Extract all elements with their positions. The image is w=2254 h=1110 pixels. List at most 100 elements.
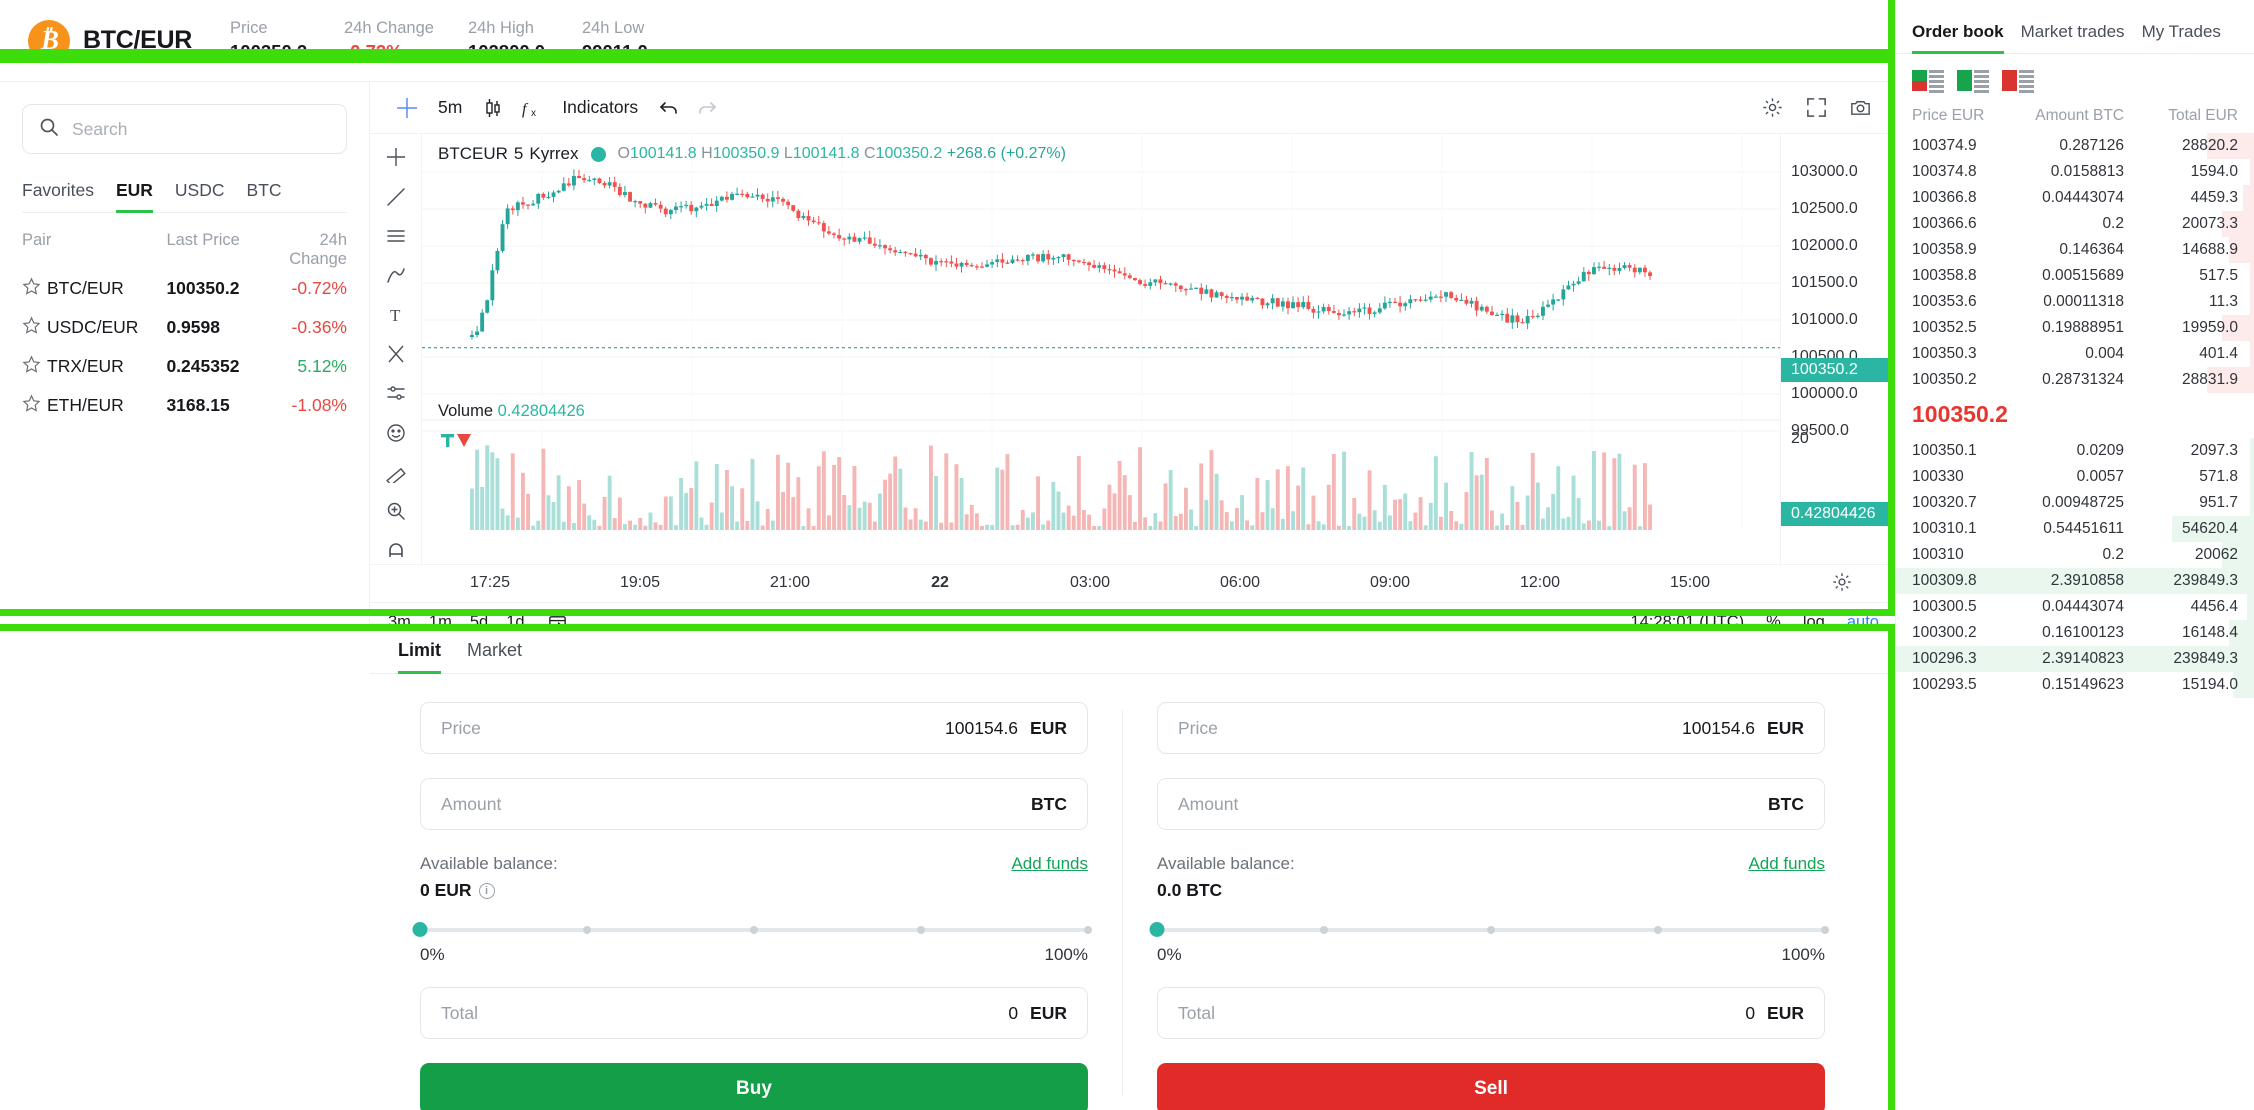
order-book-row[interactable]: 100350.3 0.004 401.4 bbox=[1896, 341, 2254, 367]
indicators-button[interactable]: Indicators bbox=[550, 89, 650, 127]
view-mode-asks-icon[interactable] bbox=[2002, 70, 2034, 93]
order-total: 28820.2 bbox=[2181, 137, 2238, 154]
favorite-star-icon[interactable] bbox=[22, 354, 47, 379]
function-icon[interactable]: f x bbox=[512, 89, 550, 127]
order-book-row[interactable]: 100366.6 0.2 20073.3 bbox=[1896, 211, 2254, 237]
interval-button[interactable]: 5m bbox=[426, 89, 474, 127]
buy-price-field[interactable]: Price 100154.6 EUR bbox=[420, 702, 1088, 754]
market-last-price: 100350.2 bbox=[166, 278, 240, 298]
search-input[interactable] bbox=[72, 118, 330, 140]
info-icon[interactable]: i bbox=[478, 882, 495, 899]
chart-legend: BTCEUR 5 Kyrrex O100141.8 H100350.9 L100… bbox=[438, 144, 1066, 164]
market-row[interactable]: TRX/EUR 0.245352 5.12% bbox=[22, 347, 347, 386]
buy-total-field[interactable]: Total 0 EUR bbox=[420, 987, 1088, 1039]
trendline-tool-icon[interactable] bbox=[378, 183, 414, 209]
zoom-tool-icon[interactable] bbox=[378, 498, 414, 524]
sell-percent-slider[interactable] bbox=[1149, 922, 1829, 937]
order-tab-market[interactable]: Market bbox=[467, 640, 522, 673]
order-book-row[interactable]: 100309.8 2.3910858 239849.3 bbox=[1896, 568, 2254, 594]
crosshair-icon[interactable] bbox=[388, 89, 426, 127]
order-book-row[interactable]: 100330 0.0057 571.8 bbox=[1896, 464, 2254, 490]
book-tab-market-trades[interactable]: Market trades bbox=[2021, 22, 2125, 53]
pitchfork-tool-icon[interactable] bbox=[378, 262, 414, 288]
order-book-row[interactable]: 100310 0.2 20062 bbox=[1896, 542, 2254, 568]
sell-total-field[interactable]: Total 0 EUR bbox=[1157, 987, 1825, 1039]
magnet-tool-icon[interactable] bbox=[378, 538, 414, 564]
crosshair-tool-icon[interactable] bbox=[378, 144, 414, 170]
favorite-star-icon[interactable] bbox=[22, 315, 47, 340]
sell-slider-node-100[interactable] bbox=[1821, 926, 1829, 934]
ohlc-low: 100141.8 bbox=[792, 145, 860, 162]
order-book-row[interactable]: 100366.8 0.04443074 4459.3 bbox=[1896, 185, 2254, 211]
search-box[interactable] bbox=[22, 104, 347, 154]
order-book-row[interactable]: 100353.6 0.00011318 11.3 bbox=[1896, 289, 2254, 315]
order-book-row[interactable]: 100320.7 0.00948725 951.7 bbox=[1896, 490, 2254, 516]
order-tab-limit[interactable]: Limit bbox=[398, 640, 441, 674]
chart-plot[interactable]: BTCEUR 5 Kyrrex O100141.8 H100350.9 L100… bbox=[422, 134, 1780, 564]
order-book-row[interactable]: 100358.8 0.00515689 517.5 bbox=[1896, 263, 2254, 289]
camera-icon[interactable] bbox=[1841, 89, 1879, 127]
ohlc-change-abs: +268.6 bbox=[946, 145, 997, 162]
sell-button[interactable]: Sell bbox=[1157, 1063, 1825, 1110]
buy-slider-node-75[interactable] bbox=[917, 926, 925, 934]
text-tool-icon[interactable]: T bbox=[378, 301, 414, 327]
ohlc-open: 100141.8 bbox=[629, 145, 697, 162]
gear-icon[interactable] bbox=[1753, 89, 1791, 127]
sell-slider-node-75[interactable] bbox=[1654, 926, 1662, 934]
order-book-row[interactable]: 100350.2 0.28731324 28831.9 bbox=[1896, 367, 2254, 393]
order-book-row[interactable]: 100293.5 0.15149623 15194.0 bbox=[1896, 672, 2254, 698]
order-book-row[interactable]: 100350.1 0.0209 2097.3 bbox=[1896, 438, 2254, 464]
sell-slider-node-50[interactable] bbox=[1487, 926, 1495, 934]
market-row[interactable]: USDC/EUR 0.9598 -0.36% bbox=[22, 308, 347, 347]
market-last-price: 0.9598 bbox=[166, 317, 220, 337]
buy-slider-node-25[interactable] bbox=[583, 926, 591, 934]
emoji-tool-icon[interactable] bbox=[378, 420, 414, 446]
buy-button[interactable]: Buy bbox=[420, 1063, 1088, 1110]
book-tab-order-book[interactable]: Order book bbox=[1912, 22, 2004, 54]
candlestick-icon[interactable] bbox=[474, 89, 512, 127]
buy-slider-node-50[interactable] bbox=[750, 926, 758, 934]
sell-amount-field[interactable]: Amount BTC bbox=[1157, 778, 1825, 830]
time-axis[interactable]: 17:25 19:05 21:00 22 03:00 06:00 09:00 12:00 15:… bbox=[370, 564, 1895, 602]
order-total: 11.3 bbox=[2208, 293, 2238, 310]
sell-slider-knob[interactable] bbox=[1149, 922, 1165, 937]
buy-slider-node-100[interactable] bbox=[1084, 926, 1092, 934]
sidebar-tab-favorites[interactable]: Favorites bbox=[22, 180, 94, 212]
market-row[interactable]: ETH/EUR 3168.15 -1.08% bbox=[22, 386, 347, 425]
order-book-row[interactable]: 100374.9 0.287126 28820.2 bbox=[1896, 133, 2254, 159]
horizontal-lines-tool-icon[interactable] bbox=[378, 223, 414, 249]
price-axis[interactable]: 103000.0 102500.0 102000.0 101500.0 101000.0… bbox=[1780, 134, 1895, 564]
ruler-tool-icon[interactable] bbox=[378, 459, 414, 485]
sell-slider-node-25[interactable] bbox=[1320, 926, 1328, 934]
fib-tool-icon[interactable] bbox=[378, 341, 414, 367]
view-mode-both-icon[interactable] bbox=[1912, 70, 1944, 93]
order-amount: 0.0209 bbox=[2076, 442, 2124, 459]
redo-icon[interactable] bbox=[688, 89, 726, 127]
sidebar-tab-usdc[interactable]: USDC bbox=[175, 180, 225, 212]
order-book-row[interactable]: 100300.2 0.16100123 16148.4 bbox=[1896, 620, 2254, 646]
sidebar-tab-btc[interactable]: BTC bbox=[247, 180, 282, 212]
buy-percent-slider[interactable] bbox=[412, 922, 1092, 937]
market-row[interactable]: BTC/EUR 100350.2 -0.72% bbox=[22, 269, 347, 308]
sell-add-funds-link[interactable]: Add funds bbox=[1748, 854, 1825, 874]
order-book-row[interactable]: 100358.9 0.146364 14688.9 bbox=[1896, 237, 2254, 263]
buy-add-funds-link[interactable]: Add funds bbox=[1011, 854, 1088, 874]
fullscreen-icon[interactable] bbox=[1797, 89, 1835, 127]
view-mode-bids-icon[interactable] bbox=[1957, 70, 1989, 93]
favorite-star-icon[interactable] bbox=[22, 393, 47, 418]
order-book-row[interactable]: 100352.5 0.19888951 19959.0 bbox=[1896, 315, 2254, 341]
buy-amount-field[interactable]: Amount BTC bbox=[420, 778, 1088, 830]
order-book-row[interactable]: 100310.1 0.54451611 54620.4 bbox=[1896, 516, 2254, 542]
sidebar-tab-eur[interactable]: EUR bbox=[115, 180, 153, 213]
order-book-columns: Price EUR Amount BTC Total EUR bbox=[1896, 103, 2254, 133]
time-axis-gear-icon[interactable] bbox=[1831, 571, 1853, 598]
sell-price-field[interactable]: Price 100154.6 EUR bbox=[1157, 702, 1825, 754]
order-book-row[interactable]: 100374.8 0.0158813 1594.0 bbox=[1896, 159, 2254, 185]
book-tab-my-trades[interactable]: My Trades bbox=[2142, 22, 2221, 53]
measure-tool-icon[interactable] bbox=[378, 380, 414, 406]
favorite-star-icon[interactable] bbox=[22, 276, 47, 301]
buy-slider-knob[interactable] bbox=[412, 922, 428, 937]
order-book-row[interactable]: 100296.3 2.39140823 239849.3 bbox=[1896, 646, 2254, 672]
undo-icon[interactable] bbox=[650, 89, 688, 127]
order-book-row[interactable]: 100300.5 0.04443074 4456.4 bbox=[1896, 594, 2254, 620]
